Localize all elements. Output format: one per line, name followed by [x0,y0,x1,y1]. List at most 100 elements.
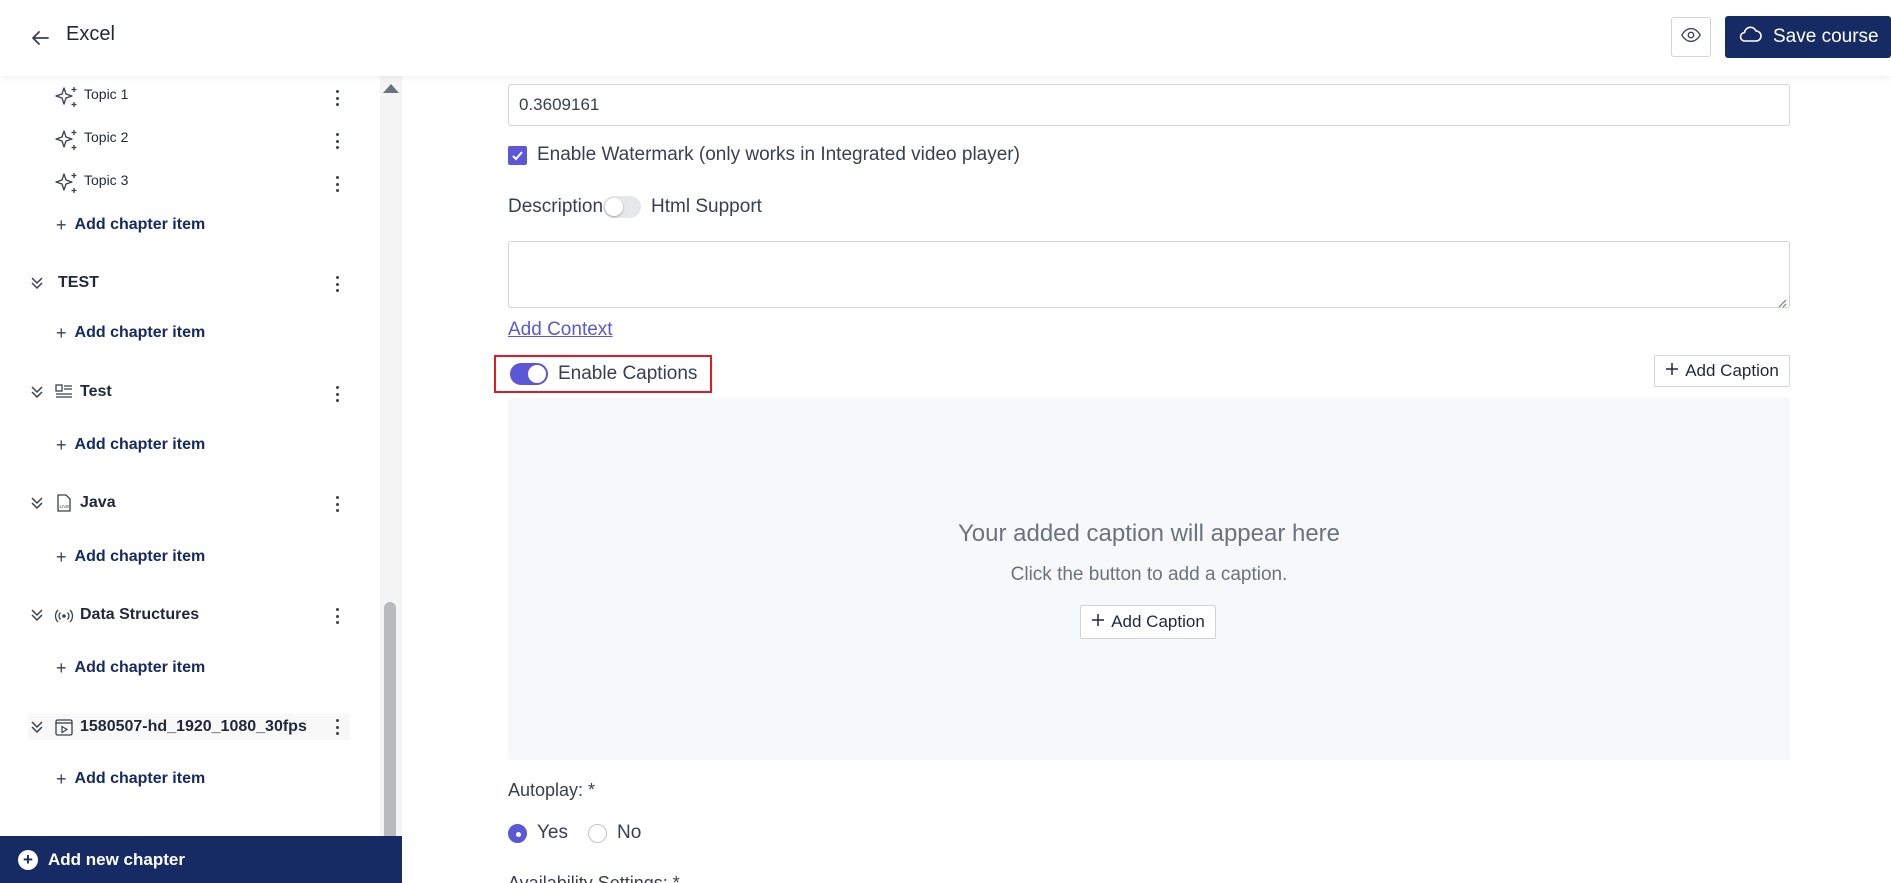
chapter-label: 1580507-hd_1920_1080_30fps [80,718,307,735]
html-support-label: Html Support [651,196,762,217]
value-input[interactable]: 0.3609161 [508,84,1790,126]
video-icon [54,717,74,737]
more-options-icon[interactable] [332,719,342,735]
chapter-header-test[interactable]: TEST [28,270,358,296]
autoplay-label: Autoplay: * [508,780,596,800]
add-chapter-item-label: Add chapter item [74,659,206,676]
add-caption-button[interactable]: Add Caption [1654,355,1790,387]
more-options-icon[interactable] [332,133,342,149]
eye-icon [1680,24,1702,51]
plus-icon: + [56,434,67,455]
autoplay-yes-radio[interactable] [508,823,527,843]
course-title: Excel [66,23,115,45]
more-options-icon[interactable] [332,608,342,624]
add-chapter-item-button[interactable]: + Add chapter item [56,768,205,790]
top-bar: Excel Save course [0,0,1891,76]
autoplay-yes-label: Yes [537,822,568,843]
enable-captions-label: Enable Captions [558,363,698,384]
save-course-button[interactable]: Save course [1725,16,1891,58]
more-options-icon[interactable] [332,176,342,192]
plus-icon [1665,361,1679,381]
broadcast-icon [54,605,74,625]
sparkle-icon [54,84,80,110]
chapter-header-data-structures[interactable]: Data Structures [28,602,358,628]
chapter-header-test-quiz[interactable]: Test [28,379,358,405]
watermark-label: Enable Watermark (only works in Integrat… [537,144,1020,165]
autoplay-no-label: No [617,822,642,843]
add-new-chapter-button[interactable]: + Add new chapter [0,836,402,883]
plus-icon: + [56,214,67,235]
add-chapter-item-label: Add chapter item [74,324,206,341]
chapter-label: TEST [58,274,99,291]
plus-icon: + [56,322,67,343]
description-textarea[interactable] [508,241,1790,308]
add-chapter-item-button[interactable]: + Add chapter item [56,657,205,679]
sidebar-scroll-thumb[interactable] [384,602,396,842]
scroll-up-arrow-icon[interactable] [383,84,399,93]
add-caption-button-center[interactable]: Add Caption [1080,605,1216,639]
topic-item[interactable]: Topic 3 [54,170,354,200]
double-chevron-down-icon [28,383,46,401]
more-options-icon[interactable] [332,386,342,402]
chapter-label: Data Structures [80,606,200,623]
plus-icon: + [56,768,67,789]
chapter-label: Test [80,383,112,400]
add-chapter-item-button[interactable]: + Add chapter item [56,434,205,456]
add-caption-label: Add Caption [1685,361,1779,380]
autoplay-radio-group: Yes No [508,822,641,844]
chapter-tree: Topic 1 Topic 2 Topic 3 + Add chapter it… [0,76,380,836]
value-input-text: 0.3609161 [519,95,600,114]
sparkle-icon [54,170,80,196]
add-chapter-item-label: Add chapter item [74,770,206,787]
add-context-link[interactable]: Add Context [508,319,613,341]
topic-label: Topic 1 [84,86,129,102]
plus-icon [1091,612,1105,632]
more-options-icon[interactable] [332,496,342,512]
more-options-icon[interactable] [332,90,342,106]
watermark-checkbox[interactable] [508,145,527,165]
save-course-label: Save course [1773,26,1879,47]
double-chevron-down-icon [28,606,46,624]
plus-circle-icon: + [18,849,38,870]
svg-text:LIVE: LIVE [60,504,70,509]
add-chapter-item-button[interactable]: + Add chapter item [56,546,205,568]
preview-button[interactable] [1671,17,1711,57]
back-arrow-icon[interactable] [28,26,52,50]
add-new-chapter-label: Add new chapter [48,849,185,869]
caption-panel: Your added caption will appear here Clic… [508,398,1790,760]
add-chapter-item-label: Add chapter item [74,436,206,453]
live-file-icon: LIVE [54,493,74,513]
sidebar: Topic 1 Topic 2 Topic 3 + Add chapter it… [0,76,402,883]
double-chevron-down-icon [28,494,46,512]
quiz-icon [54,382,74,402]
html-support-toggle[interactable] [603,196,642,218]
plus-icon: + [56,657,67,678]
double-chevron-down-icon [28,274,46,292]
add-chapter-item-label: Add chapter item [74,216,206,233]
topic-item[interactable]: Topic 1 [54,84,354,114]
plus-icon: + [56,546,67,567]
more-options-icon[interactable] [332,276,342,292]
add-caption-label: Add Caption [1111,612,1205,631]
caption-empty-title: Your added caption will appear here [957,520,1341,547]
double-chevron-down-icon [28,718,46,736]
enable-captions-toggle[interactable] [510,363,548,385]
chapter-label: Java [80,494,116,511]
sparkle-icon [54,127,80,153]
resize-handle-icon[interactable] [1777,295,1787,308]
add-chapter-item-label: Add chapter item [74,548,206,565]
availability-settings-label: Availability Settings: * [508,873,680,883]
topic-label: Topic 3 [84,172,129,188]
add-chapter-item-button[interactable]: + Add chapter item [56,214,205,236]
add-chapter-item-button[interactable]: + Add chapter item [56,322,205,344]
autoplay-no-radio[interactable] [588,823,607,843]
chapter-header-java[interactable]: LIVE Java [28,490,358,516]
description-row: Description Html Support [508,196,762,218]
chapter-header-video[interactable]: 1580507-hd_1920_1080_30fps [28,714,350,740]
main-content: 0.3609161 Enable Watermark (only works i… [402,76,1891,883]
enable-captions-row: Enable Captions [494,355,712,393]
caption-empty-subtitle: Click the button to add a caption. [1010,564,1288,585]
topic-item[interactable]: Topic 2 [54,127,354,157]
topic-label: Topic 2 [84,129,129,145]
watermark-row: Enable Watermark (only works in Integrat… [508,144,1020,166]
